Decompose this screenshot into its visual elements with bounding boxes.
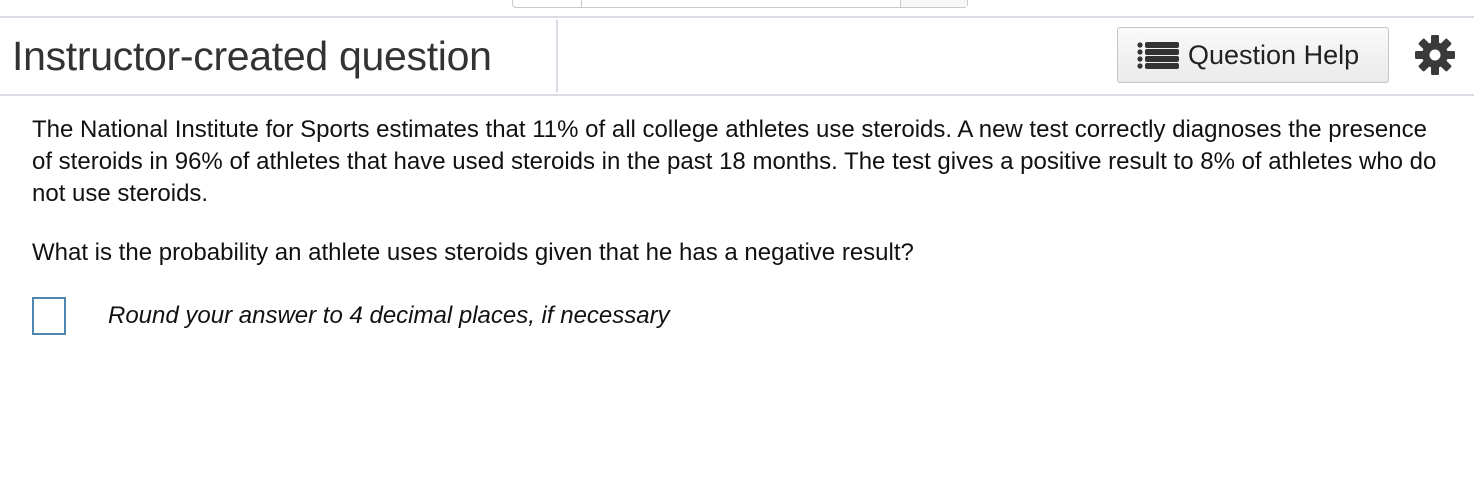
rounding-hint: Round your answer to 4 decimal places, i… [108,302,670,329]
question-header: Instructor-created question Question Hel… [0,18,1474,96]
list-icon [1137,42,1179,69]
question-help-button[interactable]: Question Help [1117,27,1389,83]
top-tab[interactable] [582,0,901,7]
answer-row: Round your answer to 4 decimal places, i… [32,297,670,335]
title-divider [556,20,558,92]
top-tab[interactable] [901,0,967,7]
question-text: What is the probability an athlete uses … [32,239,914,266]
gear-icon[interactable] [1414,34,1456,76]
top-tab-strip [512,0,968,8]
top-tab[interactable] [513,0,582,7]
page-title: Instructor-created question [12,33,492,79]
question-prompt: The National Institute for Sports estima… [32,116,1437,207]
answer-input[interactable] [32,297,66,335]
top-toolbar [0,0,1474,18]
question-help-label: Question Help [1188,39,1360,70]
question-body: The National Institute for Sports estima… [32,114,1452,335]
